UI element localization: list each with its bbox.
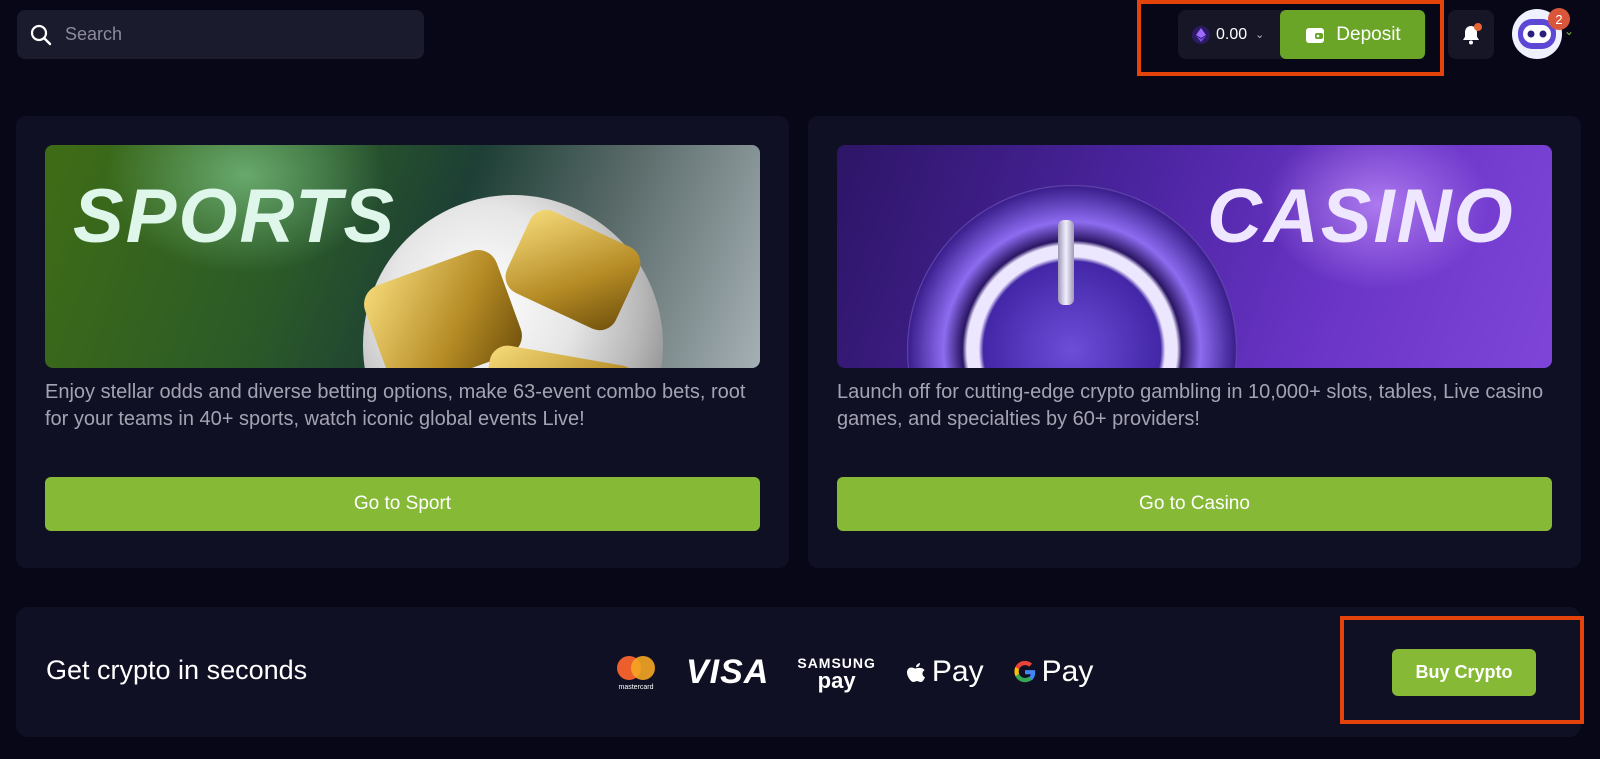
balance-selector[interactable]: 0.00 ⌄ (1178, 10, 1280, 59)
mastercard-label: mastercard (618, 683, 654, 691)
sports-description: Enjoy stellar odds and diverse betting o… (45, 381, 746, 430)
wallet-widget: 0.00 ⌄ Deposit (1178, 10, 1426, 59)
apple-pay-label: Pay (931, 655, 984, 688)
search-input[interactable] (65, 24, 395, 45)
chevron-down-icon[interactable]: ⌄ (1564, 24, 1574, 38)
google-pay-logo: Pay (1012, 655, 1094, 689)
search-bar[interactable] (17, 10, 424, 59)
chevron-down-icon: ⌄ (1255, 29, 1265, 41)
google-g-icon (1014, 660, 1035, 683)
deposit-button[interactable]: Deposit (1280, 10, 1425, 59)
mastercard-logo: mastercard (614, 654, 658, 691)
sports-card: SPORTS Enjoy stellar odds and diverse be… (16, 116, 789, 568)
apple-icon (906, 663, 925, 682)
notifications-button[interactable] (1448, 10, 1494, 59)
crypto-bar-title: Get crypto in seconds (46, 655, 308, 685)
go-to-casino-button[interactable]: Go to Casino (837, 477, 1552, 531)
go-to-sport-button[interactable]: Go to Sport (45, 477, 760, 531)
casino-card: CASINO Launch off for cutting-edge crypt… (808, 116, 1581, 568)
notification-dot (1474, 23, 1482, 31)
casino-description: Launch off for cutting-edge crypto gambl… (837, 381, 1544, 430)
payment-logos: mastercard VISA SAMSUNG pay Pay Pay (614, 647, 1093, 697)
ethereum-coin-icon (1192, 25, 1210, 44)
roulette-spindle (1058, 220, 1074, 305)
casino-banner-title: CASINO (1207, 174, 1515, 259)
casino-banner[interactable]: CASINO (837, 145, 1552, 368)
deposit-label: Deposit (1336, 23, 1401, 45)
wallet-icon (1306, 27, 1325, 43)
buy-crypto-button[interactable]: Buy Crypto (1392, 649, 1536, 696)
google-pay-label: Pay (1041, 655, 1094, 688)
sports-banner[interactable]: SPORTS (45, 145, 760, 368)
samsung-pay-logo: SAMSUNG pay (797, 654, 876, 693)
samsung-pay-bottom: pay (817, 668, 856, 693)
sports-banner-title: SPORTS (73, 174, 397, 259)
balance-amount: 0.00 (1216, 25, 1248, 43)
apple-pay-logo: Pay (904, 655, 984, 689)
buy-crypto-bar: Get crypto in seconds mastercard VISA SA… (16, 607, 1581, 737)
visa-logo: VISA (686, 652, 770, 691)
soccer-ball-image (358, 195, 663, 368)
search-icon (30, 24, 52, 45)
